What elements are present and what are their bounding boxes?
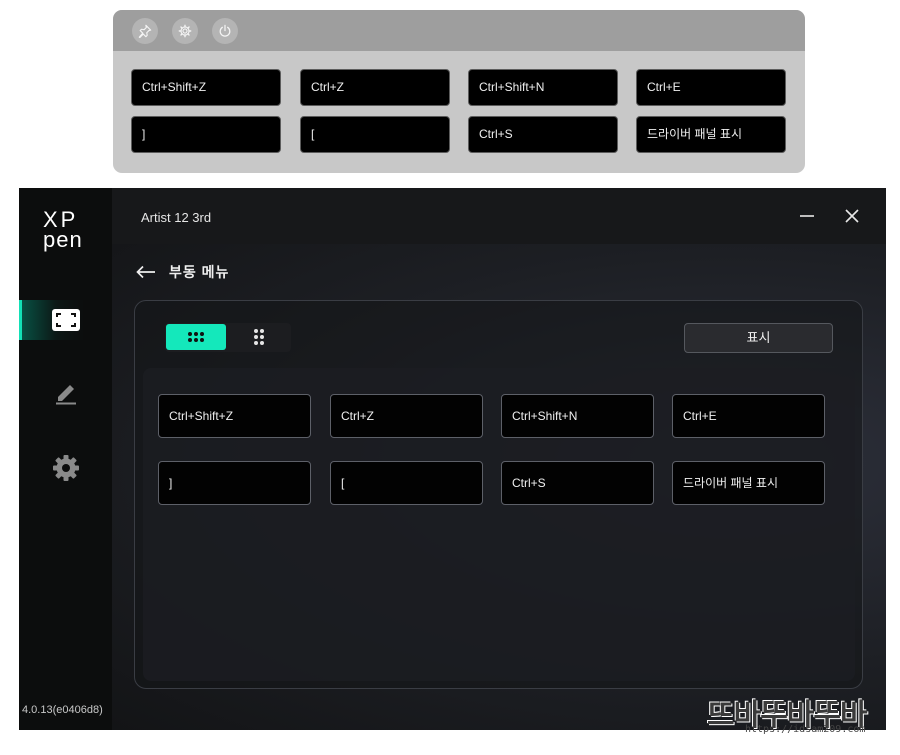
pin-button[interactable]	[132, 18, 158, 44]
grid-2x3-icon	[254, 329, 264, 345]
close-button[interactable]	[841, 205, 863, 227]
layout-column-button[interactable]	[229, 324, 289, 350]
float-key-8[interactable]: 드라이버 패널 표시	[636, 116, 786, 153]
float-key-3[interactable]: Ctrl+Shift+N	[468, 69, 618, 106]
settings-icon	[52, 455, 79, 481]
sidebar-item-settings[interactable]	[19, 448, 112, 488]
key-button-8[interactable]: 드라이버 패널 표시	[672, 461, 825, 505]
main-content: 부동 메뉴 표시 Ctrl+Shift+Z Ctrl+Z Ctrl+Shift+…	[112, 244, 886, 730]
power-icon	[219, 24, 231, 37]
key-button-6[interactable]: [	[330, 461, 483, 505]
pin-icon	[138, 24, 152, 38]
key-button-2[interactable]: Ctrl+Z	[330, 394, 483, 438]
floating-panel-preview: Ctrl+Shift+Z Ctrl+Z Ctrl+Shift+N Ctrl+E …	[113, 10, 805, 173]
back-arrow-icon[interactable]	[136, 265, 156, 279]
sidebar-item-pen[interactable]	[19, 373, 112, 413]
key-button-1[interactable]: Ctrl+Shift+Z	[158, 394, 311, 438]
key-button-7[interactable]: Ctrl+S	[501, 461, 654, 505]
page-title: 부동 메뉴	[169, 264, 230, 280]
layout-toggle	[165, 323, 291, 352]
pen-icon	[55, 385, 76, 405]
gear-icon	[178, 24, 192, 38]
float-key-1[interactable]: Ctrl+Shift+Z	[131, 69, 281, 106]
key-button-3[interactable]: Ctrl+Shift+N	[501, 394, 654, 438]
minimize-icon	[800, 215, 814, 217]
float-key-7[interactable]: Ctrl+S	[468, 116, 618, 153]
sidebar-item-screen[interactable]	[19, 300, 112, 340]
screen-icon	[51, 309, 80, 331]
float-key-6[interactable]: [	[300, 116, 450, 153]
logo-line-2: pen	[43, 227, 83, 252]
float-key-5[interactable]: ]	[131, 116, 281, 153]
float-key-4[interactable]: Ctrl+E	[636, 69, 786, 106]
watermark: 뜨바뚜바뚜바 https://idsam209.com	[707, 690, 887, 738]
watermark-url: https://idsam209.com	[745, 724, 866, 735]
breadcrumb: 부동 메뉴	[136, 262, 229, 282]
key-grid: Ctrl+Shift+Z Ctrl+Z Ctrl+Shift+N Ctrl+E …	[143, 368, 855, 681]
version-label: 4.0.13(e0406d8)	[22, 704, 103, 716]
layout-grid-button[interactable]	[166, 324, 226, 350]
minimize-button[interactable]	[796, 205, 818, 227]
settings-button[interactable]	[172, 18, 198, 44]
floating-menu-card: 표시 Ctrl+Shift+Z Ctrl+Z Ctrl+Shift+N Ctrl…	[134, 300, 863, 689]
close-icon	[845, 209, 859, 223]
key-button-4[interactable]: Ctrl+E	[672, 394, 825, 438]
grid-3x3-icon	[188, 332, 204, 342]
floating-panel-toolbar	[113, 10, 805, 51]
show-button[interactable]: 표시	[684, 323, 833, 353]
sidebar: XP pen 4.0.13(e0406d8)	[19, 188, 112, 730]
window-title: Artist 12 3rd	[141, 210, 212, 225]
power-button[interactable]	[212, 18, 238, 44]
title-bar: Artist 12 3rd	[112, 188, 886, 244]
float-key-2[interactable]: Ctrl+Z	[300, 69, 450, 106]
xppen-app-window: XP pen 4.0.13(e0406d8) Artist 12 3rd 부동 …	[19, 188, 886, 730]
xppen-logo: XP pen	[43, 209, 83, 252]
key-button-5[interactable]: ]	[158, 461, 311, 505]
